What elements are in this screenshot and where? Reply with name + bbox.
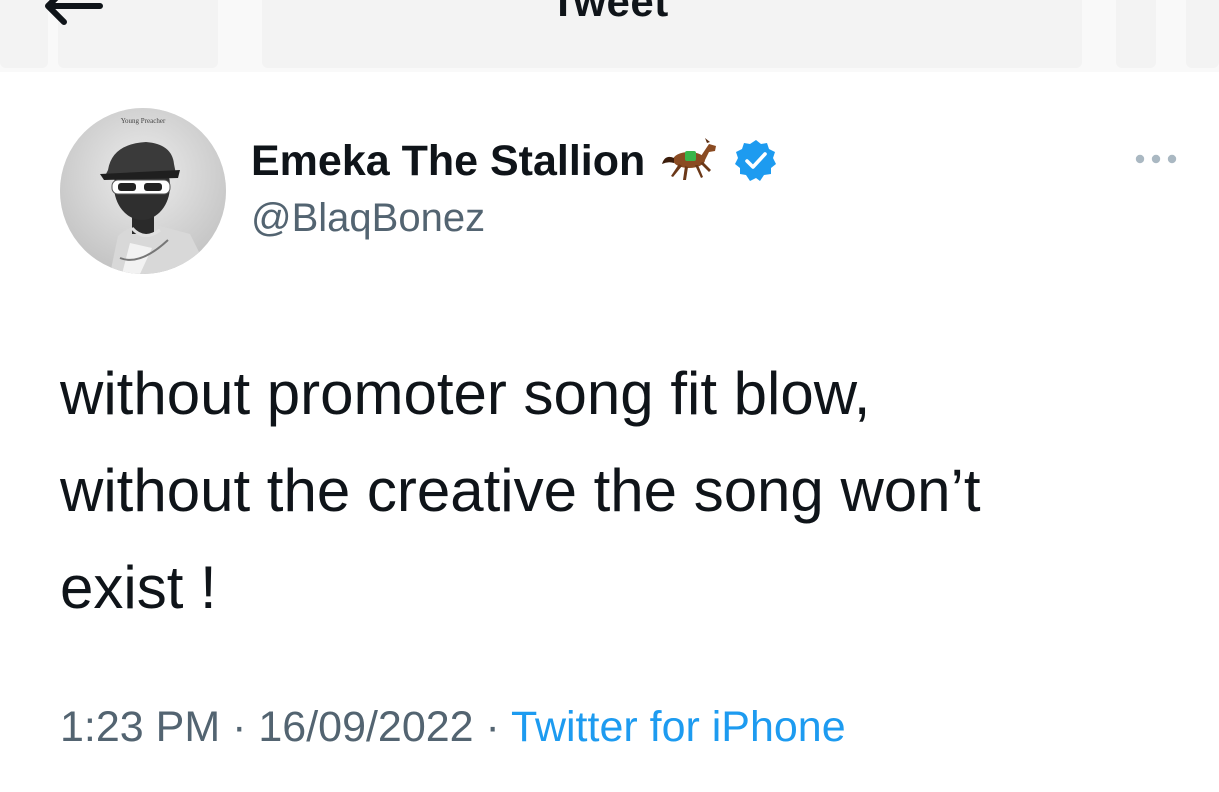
display-name-text: Emeka The Stallion	[251, 136, 646, 185]
more-options-icon[interactable]	[1133, 150, 1179, 168]
author-display-name[interactable]: Emeka The Stallion	[251, 136, 779, 186]
tweet-text-line: exist !	[60, 554, 217, 621]
avatar-caption: Young Preacher	[121, 117, 166, 125]
tweet-text-line: without promoter song fit blow,	[60, 360, 871, 427]
tweet-detail-page: Tweet Young Preacher Emeka The Stallion …	[0, 0, 1219, 792]
tweet-source-link[interactable]: Twitter for iPhone	[511, 703, 846, 751]
tweet-time[interactable]: 1:23 PM	[60, 703, 220, 751]
author-handle[interactable]: @BlaqBonez	[251, 196, 485, 241]
tweet-meta: 1:23 PM · 16/09/2022 · Twitter for iPhon…	[60, 703, 846, 752]
meta-separator: ·	[485, 703, 500, 751]
meta-separator: ·	[232, 703, 247, 751]
tweet-body: without promoter song fit blow, without …	[60, 345, 1170, 636]
verified-badge-icon	[735, 140, 777, 181]
top-header: Tweet	[0, 0, 1219, 72]
tweet-date[interactable]: 16/09/2022	[258, 703, 473, 751]
page-title: Tweet	[550, 0, 669, 25]
tweet-text-line: without the creative the song won’t	[60, 457, 981, 524]
horse-emoji-icon	[662, 138, 717, 180]
avatar[interactable]: Young Preacher	[60, 108, 226, 274]
